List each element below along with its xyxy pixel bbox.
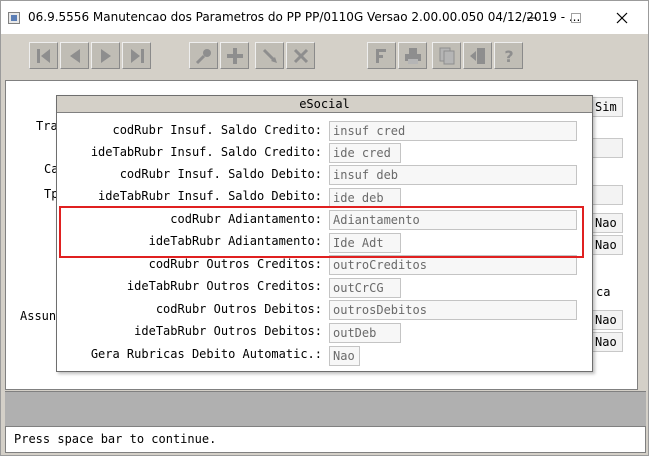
- title-bar[interactable]: 06.9.5556 Manutencao dos Parametros do P…: [1, 1, 648, 34]
- exit-button[interactable]: [463, 42, 492, 69]
- field-label: codRubr Outros Creditos:: [148, 257, 322, 271]
- field-label: ideTabRubr Outros Creditos:: [126, 279, 322, 293]
- field-label: Gera Rubricas Debito Automatic.:: [90, 347, 322, 361]
- field-label: codRubr Insuf. Saldo Credito:: [112, 123, 322, 137]
- maximize-icon: [571, 12, 581, 23]
- status-message: Press space bar to continue.: [14, 432, 217, 446]
- idetabrubr-insuf-saldo-credito-field[interactable]: ide cred: [329, 143, 401, 163]
- bg-field-value[interactable]: [592, 138, 623, 158]
- first-record-button[interactable]: [29, 42, 58, 69]
- print-icon: [404, 47, 421, 64]
- last-record-icon: [130, 48, 144, 63]
- edit-record-button[interactable]: [255, 42, 284, 69]
- previous-record-icon: [69, 48, 80, 63]
- previous-record-button[interactable]: [60, 42, 89, 69]
- bg-field-value[interactable]: Sim: [592, 97, 623, 117]
- idetabrubr-insuf-saldo-debito-field[interactable]: ide deb: [329, 188, 401, 208]
- help-button[interactable]: ?: [494, 42, 523, 69]
- minimize-button[interactable]: [509, 1, 555, 34]
- next-record-button[interactable]: [91, 42, 120, 69]
- dialog-title: eSocial: [57, 96, 592, 113]
- delete-record-icon: [293, 48, 308, 63]
- edit-record-icon: [262, 48, 277, 63]
- goto-key-icon: [195, 48, 211, 64]
- add-record-button[interactable]: [220, 42, 249, 69]
- app-icon: [8, 12, 20, 24]
- bg-label-fragment: ca: [596, 285, 611, 299]
- filter-icon: [375, 48, 386, 63]
- filter-button[interactable]: [367, 42, 396, 69]
- toolbar: ?: [5, 34, 638, 78]
- help-icon: ?: [504, 47, 513, 66]
- first-record-icon: [36, 48, 50, 63]
- close-button[interactable]: [599, 1, 645, 34]
- bg-field-value[interactable]: Nao: [592, 332, 623, 352]
- status-bar: Press space bar to continue.: [5, 426, 646, 453]
- last-record-button[interactable]: [122, 42, 151, 69]
- window-title: 06.9.5556 Manutencao dos Parametros do P…: [28, 10, 581, 24]
- codrubr-outros-debitos-field[interactable]: outrosDebitos: [329, 300, 577, 320]
- exit-icon: [469, 47, 485, 64]
- close-icon: [616, 12, 628, 23]
- bg-field-value[interactable]: Nao: [592, 235, 623, 255]
- field-label: ideTabRubr Insuf. Saldo Debito:: [98, 189, 322, 203]
- codrubr-insuf-saldo-debito-field[interactable]: insuf deb: [329, 165, 577, 185]
- copy-button[interactable]: [432, 42, 461, 69]
- bg-label-fragment: Assun: [20, 309, 57, 323]
- next-record-icon: [100, 48, 111, 63]
- idetabrubr-outros-creditos-field[interactable]: outCrCG: [329, 278, 401, 298]
- svg-text:?: ?: [504, 47, 513, 66]
- goto-key-button[interactable]: [189, 42, 218, 69]
- copy-icon: [439, 47, 454, 64]
- highlight-box: [59, 206, 584, 258]
- delete-record-button[interactable]: [286, 42, 315, 69]
- codrubr-outros-creditos-field[interactable]: outroCreditos: [329, 255, 577, 275]
- add-record-icon: [226, 47, 243, 64]
- codrubr-insuf-saldo-credito-field[interactable]: insuf cred: [329, 121, 577, 141]
- app-window: 06.9.5556 Manutencao dos Parametros do P…: [0, 0, 649, 456]
- field-label: ideTabRubr Outros Debitos:: [134, 324, 322, 338]
- bg-field-value[interactable]: Nao: [592, 213, 623, 233]
- field-label: ideTabRubr Insuf. Saldo Credito:: [90, 145, 322, 159]
- minimize-icon: [527, 17, 537, 18]
- maximize-button[interactable]: [553, 1, 599, 34]
- status-area: [5, 391, 646, 426]
- idetabrubr-outros-debitos-field[interactable]: outDeb: [329, 323, 401, 343]
- field-label: codRubr Insuf. Saldo Debito:: [119, 167, 322, 181]
- print-button[interactable]: [398, 42, 427, 69]
- gera-rubricas-debito-automatic-field[interactable]: Nao: [329, 346, 360, 366]
- bg-field-value[interactable]: [592, 185, 623, 205]
- field-label: codRubr Outros Debitos:: [155, 302, 322, 316]
- bg-field-value[interactable]: Nao: [592, 310, 623, 330]
